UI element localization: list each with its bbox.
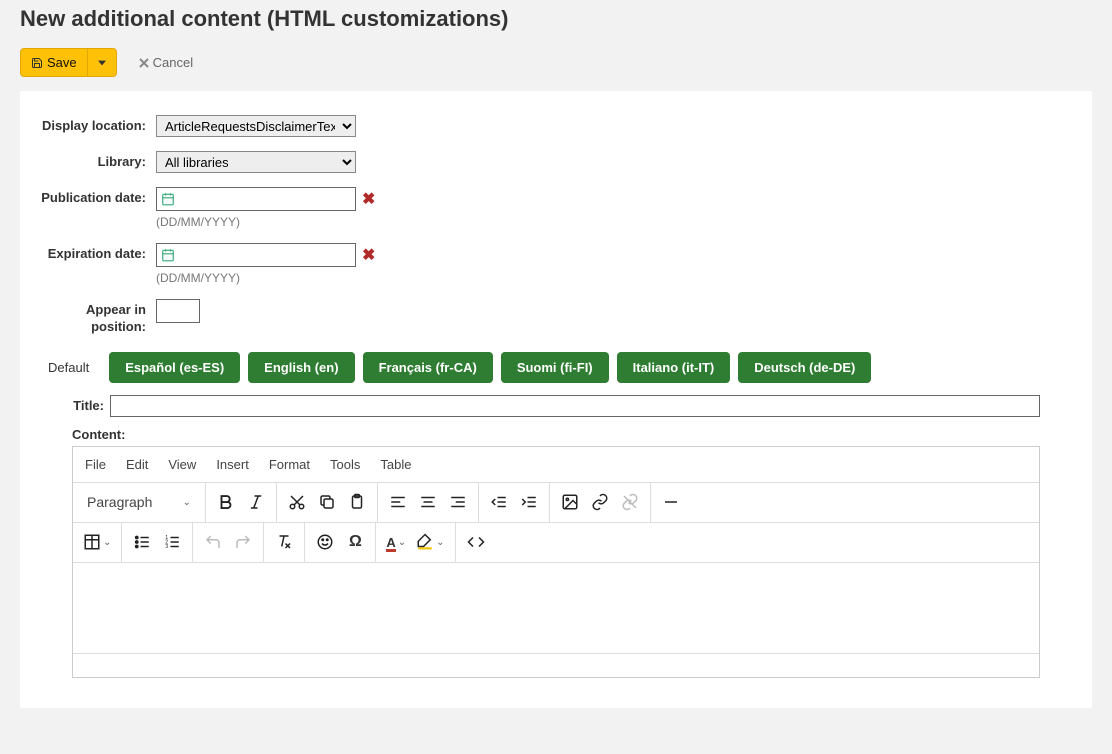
menu-view[interactable]: View — [168, 457, 196, 472]
library-label: Library: — [36, 151, 156, 171]
publication-date-hint: (DD/MM/YYYY) — [156, 215, 375, 229]
cancel-button[interactable]: Cancel — [133, 54, 199, 71]
cut-button[interactable] — [283, 488, 311, 516]
display-location-label: Display location: — [36, 115, 156, 135]
language-tabs: Default Español (es-ES) English (en) Fra… — [36, 352, 1076, 383]
highlight-color-button[interactable]: ⌄ — [412, 528, 448, 556]
indent-button[interactable] — [515, 488, 543, 516]
tab-fi-fi[interactable]: Suomi (fi-FI) — [501, 352, 609, 383]
library-select[interactable]: All libraries — [156, 151, 356, 173]
align-left-button[interactable] — [384, 488, 412, 516]
emoji-button[interactable] — [311, 528, 339, 556]
undo-button[interactable] — [199, 528, 227, 556]
publication-date-input-wrapper — [156, 187, 356, 211]
menu-table[interactable]: Table — [380, 457, 411, 472]
chevron-down-icon: ⌄ — [436, 537, 444, 548]
tab-es-es[interactable]: Español (es-ES) — [109, 352, 240, 383]
clear-expiration-date-icon[interactable]: ✖ — [362, 245, 375, 265]
expiration-date-hint: (DD/MM/YYYY) — [156, 271, 375, 285]
menu-edit[interactable]: Edit — [126, 457, 148, 472]
tab-default[interactable]: Default — [36, 352, 101, 383]
clear-formatting-button[interactable] — [270, 528, 298, 556]
form-panel: Display location: ArticleRequestsDisclai… — [20, 91, 1092, 708]
clear-publication-date-icon[interactable]: ✖ — [362, 189, 375, 209]
display-location-select[interactable]: ArticleRequestsDisclaimerText — [156, 115, 356, 137]
outdent-button[interactable] — [485, 488, 513, 516]
editor-content-area[interactable] — [73, 563, 1039, 653]
save-button[interactable]: Save — [20, 48, 88, 77]
menu-format[interactable]: Format — [269, 457, 310, 472]
unlink-button[interactable] — [616, 488, 644, 516]
tab-de-de[interactable]: Deutsch (de-DE) — [738, 352, 871, 383]
chevron-down-icon: ⌄ — [183, 497, 191, 508]
editor-toolbar-2: ⌄ 123 Ω — [73, 523, 1039, 563]
title-label: Title: — [72, 398, 104, 413]
cancel-label: Cancel — [153, 55, 193, 70]
align-right-button[interactable] — [444, 488, 472, 516]
save-dropdown-button[interactable] — [88, 48, 117, 77]
editor-section: Title: Content: File Edit View Insert Fo… — [36, 395, 1076, 678]
special-char-button[interactable]: Ω — [341, 528, 369, 556]
block-format-select[interactable]: Paragraph ⌄ — [79, 488, 199, 516]
align-center-button[interactable] — [414, 488, 442, 516]
calendar-icon[interactable] — [161, 192, 175, 206]
copy-button[interactable] — [313, 488, 341, 516]
editor-statusbar — [73, 653, 1039, 677]
menu-file[interactable]: File — [85, 457, 106, 472]
image-button[interactable] — [556, 488, 584, 516]
expiration-date-input[interactable] — [175, 247, 355, 264]
bold-button[interactable] — [212, 488, 240, 516]
caret-down-icon — [98, 59, 106, 67]
numbered-list-button[interactable]: 123 — [158, 528, 186, 556]
position-input[interactable] — [156, 299, 200, 323]
source-code-button[interactable] — [462, 528, 490, 556]
expiration-date-input-wrapper — [156, 243, 356, 267]
chevron-down-icon: ⌄ — [103, 537, 111, 548]
italic-button[interactable] — [242, 488, 270, 516]
menu-tools[interactable]: Tools — [330, 457, 360, 472]
paste-button[interactable] — [343, 488, 371, 516]
menu-insert[interactable]: Insert — [216, 457, 249, 472]
svg-text:3: 3 — [166, 544, 169, 550]
tab-fr-ca[interactable]: Français (fr-CA) — [363, 352, 493, 383]
chevron-down-icon: ⌄ — [398, 537, 406, 548]
rich-text-editor: File Edit View Insert Format Tools Table… — [72, 446, 1040, 678]
position-label: Appear in position: — [36, 299, 156, 336]
tab-en[interactable]: English (en) — [248, 352, 354, 383]
tab-it-it[interactable]: Italiano (it-IT) — [617, 352, 731, 383]
text-color-button[interactable]: A ⌄ — [382, 528, 410, 556]
publication-date-input[interactable] — [175, 191, 355, 208]
save-button-group: Save — [20, 48, 117, 77]
calendar-icon[interactable] — [161, 248, 175, 262]
bullet-list-button[interactable] — [128, 528, 156, 556]
editor-toolbar-1: Paragraph ⌄ — [73, 483, 1039, 523]
title-input[interactable] — [110, 395, 1040, 417]
page-title: New additional content (HTML customizati… — [20, 6, 1092, 32]
editor-menubar: File Edit View Insert Format Tools Table — [73, 447, 1039, 483]
publication-date-label: Publication date: — [36, 187, 156, 207]
redo-button[interactable] — [229, 528, 257, 556]
close-icon — [139, 58, 149, 68]
action-toolbar: Save Cancel — [20, 48, 1092, 77]
save-label: Save — [47, 55, 77, 70]
content-label: Content: — [72, 427, 1040, 442]
horizontal-rule-button[interactable] — [657, 488, 685, 516]
save-icon — [31, 57, 43, 69]
expiration-date-label: Expiration date: — [36, 243, 156, 263]
table-button[interactable]: ⌄ — [79, 528, 115, 556]
link-button[interactable] — [586, 488, 614, 516]
